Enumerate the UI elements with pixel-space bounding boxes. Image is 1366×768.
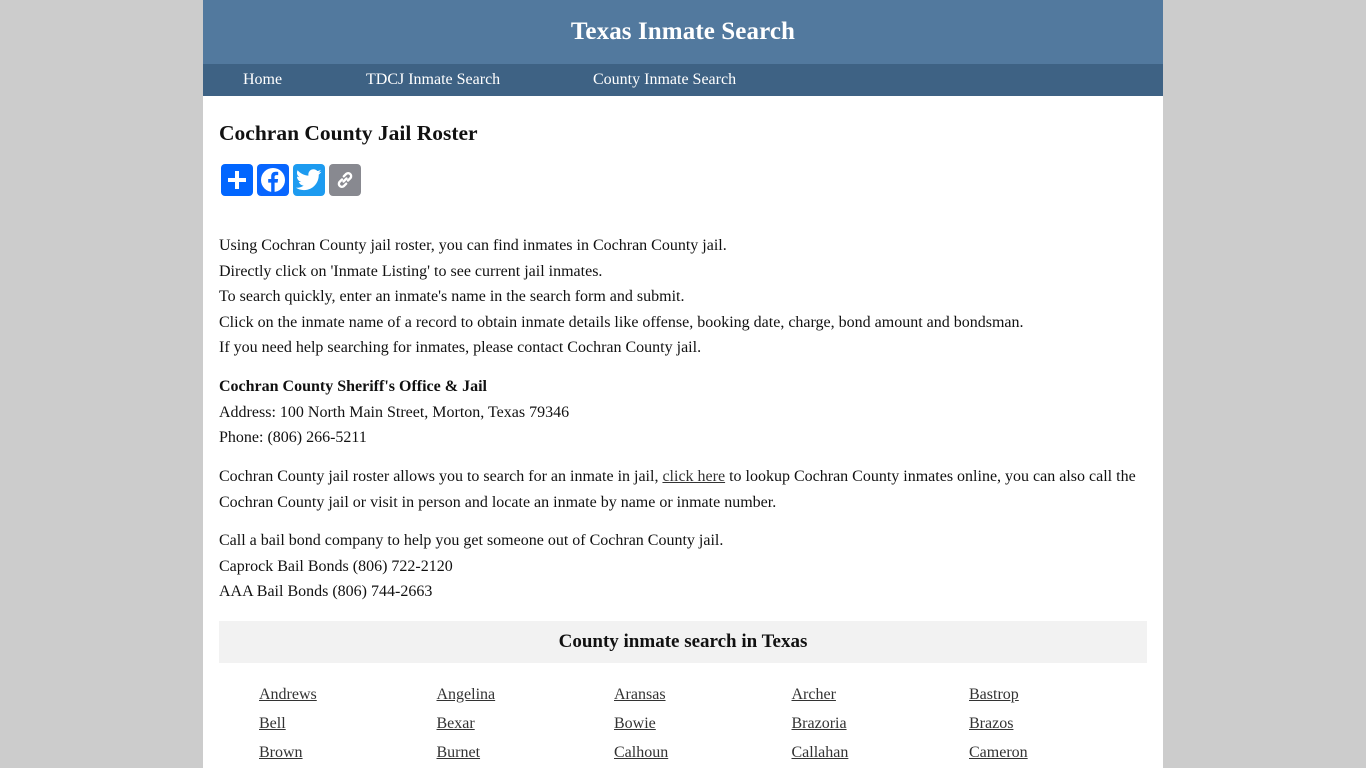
intro-line: Directly click on 'Inmate Listing' to se… — [219, 262, 603, 280]
click-here-link[interactable]: click here — [662, 468, 725, 485]
lookup-paragraph: Cochran County jail roster allows you to… — [219, 464, 1147, 515]
office-address: Address: 100 North Main Street, Morton, … — [219, 403, 570, 421]
site-header: Texas Inmate Search — [203, 0, 1163, 64]
bail-bonds: Call a bail bond company to help you get… — [219, 528, 1147, 605]
county-link[interactable]: Aransas — [614, 680, 792, 709]
page-container: Texas Inmate Search Home TDCJ Inmate Sea… — [203, 0, 1163, 768]
share-bar — [221, 164, 361, 196]
facebook-share-button[interactable] — [257, 164, 289, 196]
county-link[interactable]: Bexar — [437, 709, 615, 738]
county-link[interactable]: Cameron — [969, 738, 1147, 767]
counties-section-header: County inmate search in Texas — [219, 621, 1147, 663]
intro-line: To search quickly, enter an inmate's nam… — [219, 288, 685, 306]
intro-line: Click on the inmate name of a record to … — [219, 313, 1024, 331]
twitter-share-button[interactable] — [293, 164, 325, 196]
office-name: Cochran County Sheriff's Office & Jail — [219, 378, 487, 395]
county-link[interactable]: Bowie — [614, 709, 792, 738]
intro-line: If you need help searching for inmates, … — [219, 339, 702, 357]
nav-home[interactable]: Home — [243, 71, 282, 89]
facebook-icon — [261, 168, 285, 192]
bail-intro: Call a bail bond company to help you get… — [219, 532, 724, 549]
office-info: Cochran County Sheriff's Office & Jail A… — [219, 374, 1147, 451]
county-link[interactable]: Archer — [792, 680, 970, 709]
share-button[interactable] — [221, 164, 253, 196]
bail-company: Caprock Bail Bonds (806) 722-2120 — [219, 557, 453, 575]
county-link[interactable]: Calhoun — [614, 738, 792, 767]
intro-line: Using Cochran County jail roster, you ca… — [219, 237, 727, 254]
county-link[interactable]: Brazos — [969, 709, 1147, 738]
bail-company: AAA Bail Bonds (806) 744-2663 — [219, 583, 433, 601]
site-title[interactable]: Texas Inmate Search — [571, 18, 795, 46]
county-link[interactable]: Brown — [259, 738, 437, 767]
page-title: Cochran County Jail Roster — [219, 121, 478, 145]
counties-section-title: County inmate search in Texas — [558, 631, 808, 652]
county-link[interactable]: Angelina — [437, 680, 615, 709]
county-link-grid: Andrews Angelina Aransas Archer Bastrop … — [259, 680, 1147, 767]
county-link[interactable]: Brazoria — [792, 709, 970, 738]
nav-tdcj-inmate-search[interactable]: TDCJ Inmate Search — [366, 71, 500, 89]
link-icon — [337, 172, 353, 188]
county-link[interactable]: Callahan — [792, 738, 970, 767]
nav-county-inmate-search[interactable]: County Inmate Search — [593, 71, 736, 89]
county-link[interactable]: Bastrop — [969, 680, 1147, 709]
copy-link-button[interactable] — [329, 164, 361, 196]
county-link[interactable]: Andrews — [259, 680, 437, 709]
lookup-text-before: Cochran County jail roster allows you to… — [219, 468, 663, 485]
intro-text: Using Cochran County jail roster, you ca… — [219, 233, 1147, 361]
county-link[interactable]: Burnet — [437, 738, 615, 767]
plus-icon — [228, 171, 246, 189]
main-nav: Home TDCJ Inmate Search County Inmate Se… — [203, 64, 1163, 96]
county-link[interactable]: Bell — [259, 709, 437, 738]
twitter-icon — [296, 169, 322, 191]
office-phone: Phone: (806) 266-5211 — [219, 429, 367, 447]
